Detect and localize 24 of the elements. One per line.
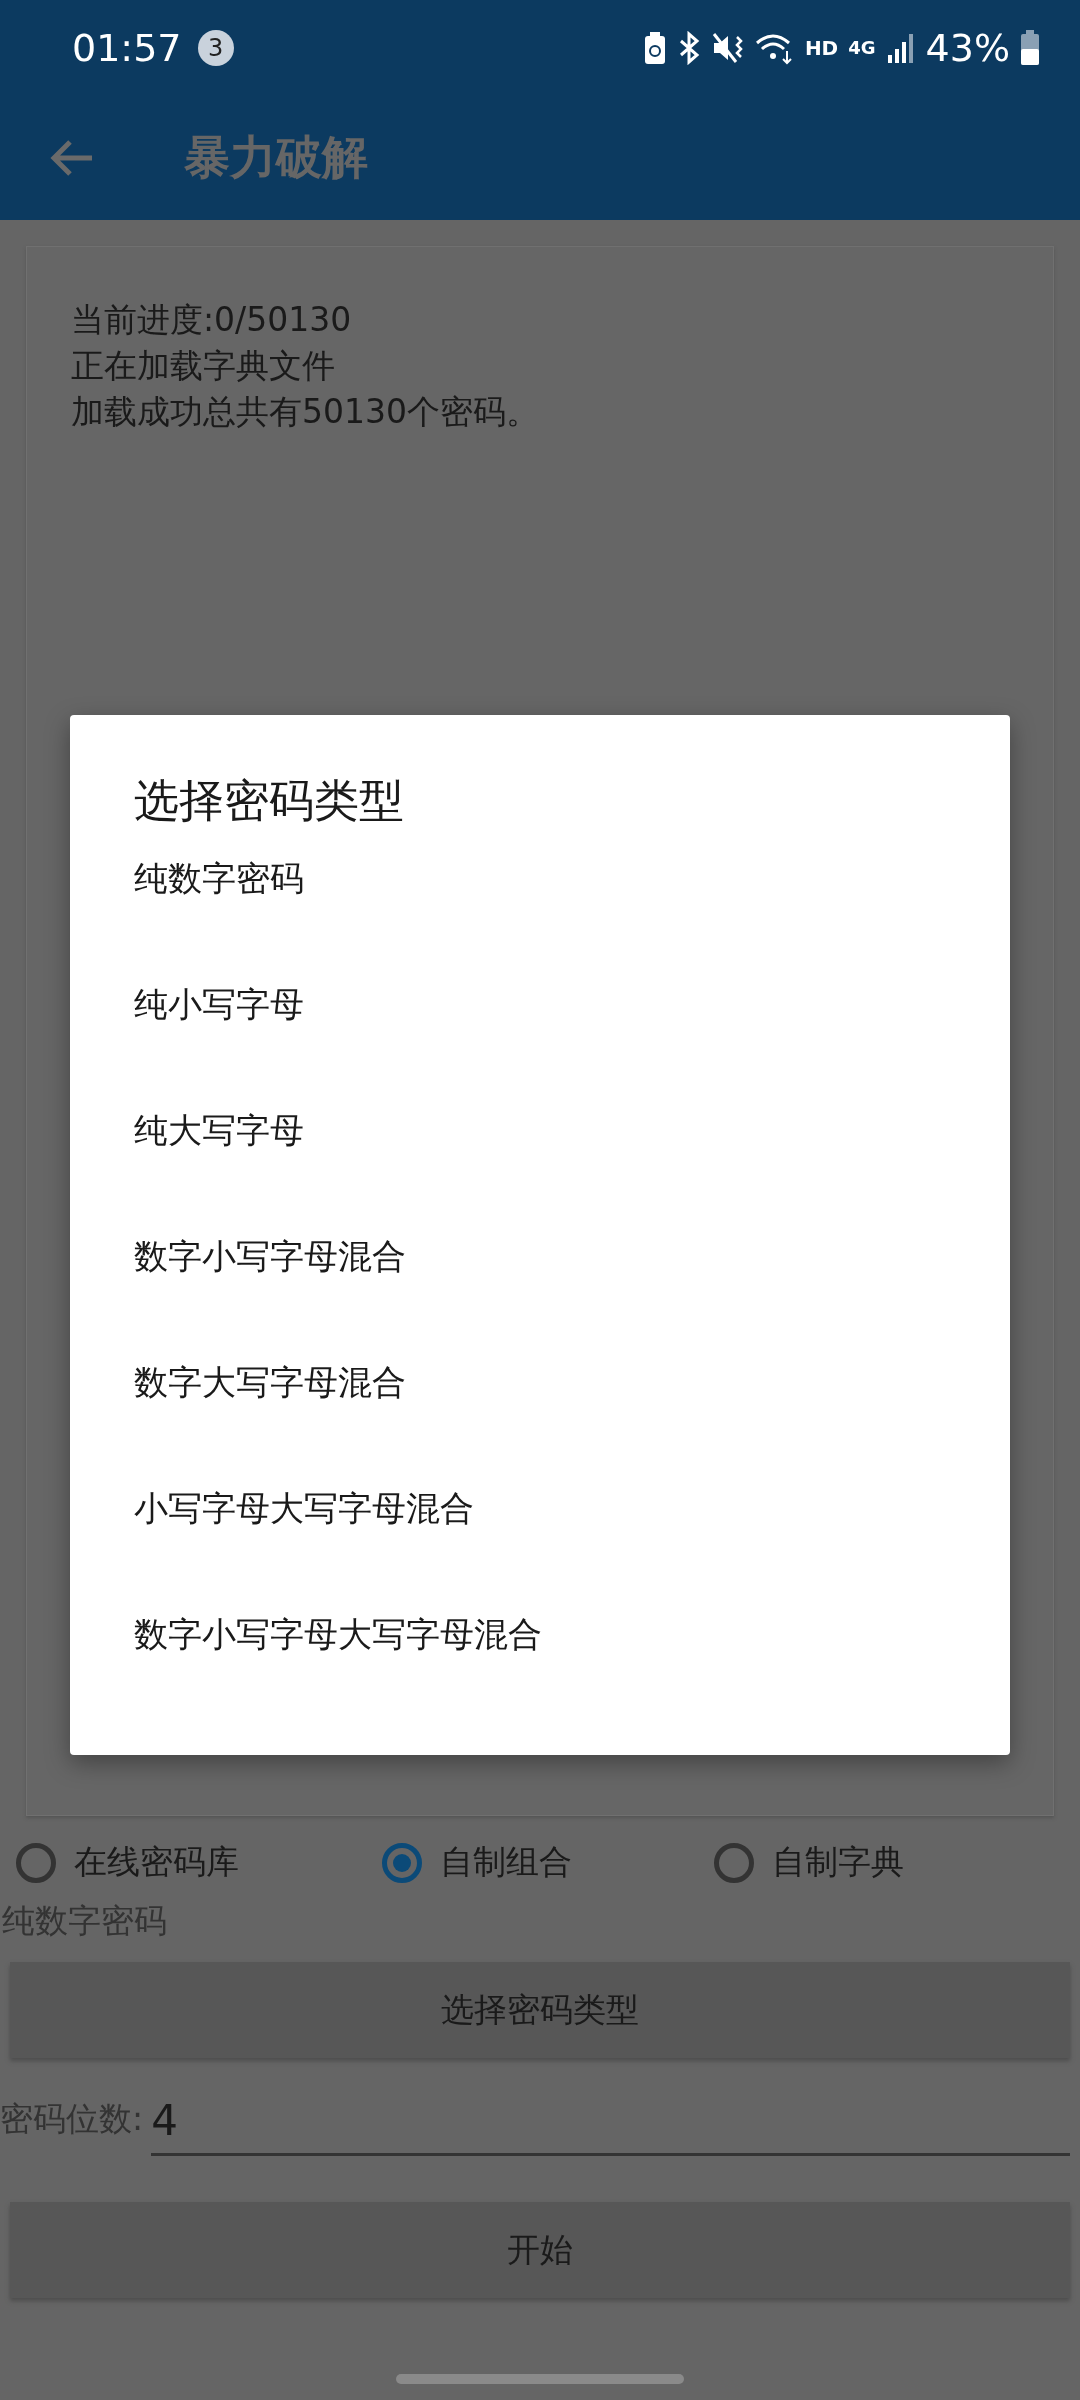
dialog-option[interactable]: 小写字母大写字母混合: [134, 1485, 1010, 1611]
battery-percent: 43%: [925, 25, 1010, 70]
radio-button[interactable]: [713, 1842, 754, 1883]
hd-label: HD: [804, 35, 839, 60]
dialog-option[interactable]: 数字小写字母混合: [134, 1233, 1010, 1359]
log-line: 正在加载字典文件: [71, 345, 336, 387]
radio-button[interactable]: [16, 1842, 56, 1883]
log-line: 当前进度:0/50130: [71, 299, 353, 341]
notification-count: 3: [197, 29, 234, 66]
vibrate-icon: [710, 30, 745, 65]
dialog-option[interactable]: 纯大写字母: [134, 1107, 1010, 1233]
dialog-title: 选择密码类型: [134, 773, 405, 829]
dialog-option[interactable]: 数字小写字母大写字母混合: [134, 1611, 1010, 1737]
network-label: 4G: [848, 37, 876, 58]
dialog-option[interactable]: 纯数字密码: [134, 855, 1010, 981]
battery-saver-icon: [642, 30, 667, 65]
screen-title: 暴力破解: [184, 128, 368, 186]
clock: 01:57: [72, 25, 182, 70]
battery-icon: [1020, 29, 1040, 66]
log-line: 加载成功总共有50130个密码。: [71, 391, 540, 433]
radio-button[interactable]: [382, 1842, 423, 1883]
dialog-option[interactable]: 数字大写字母混合: [134, 1359, 1010, 1485]
back-arrow-icon[interactable]: [50, 137, 94, 178]
dialog-option[interactable]: 纯小写字母: [134, 981, 1010, 1107]
